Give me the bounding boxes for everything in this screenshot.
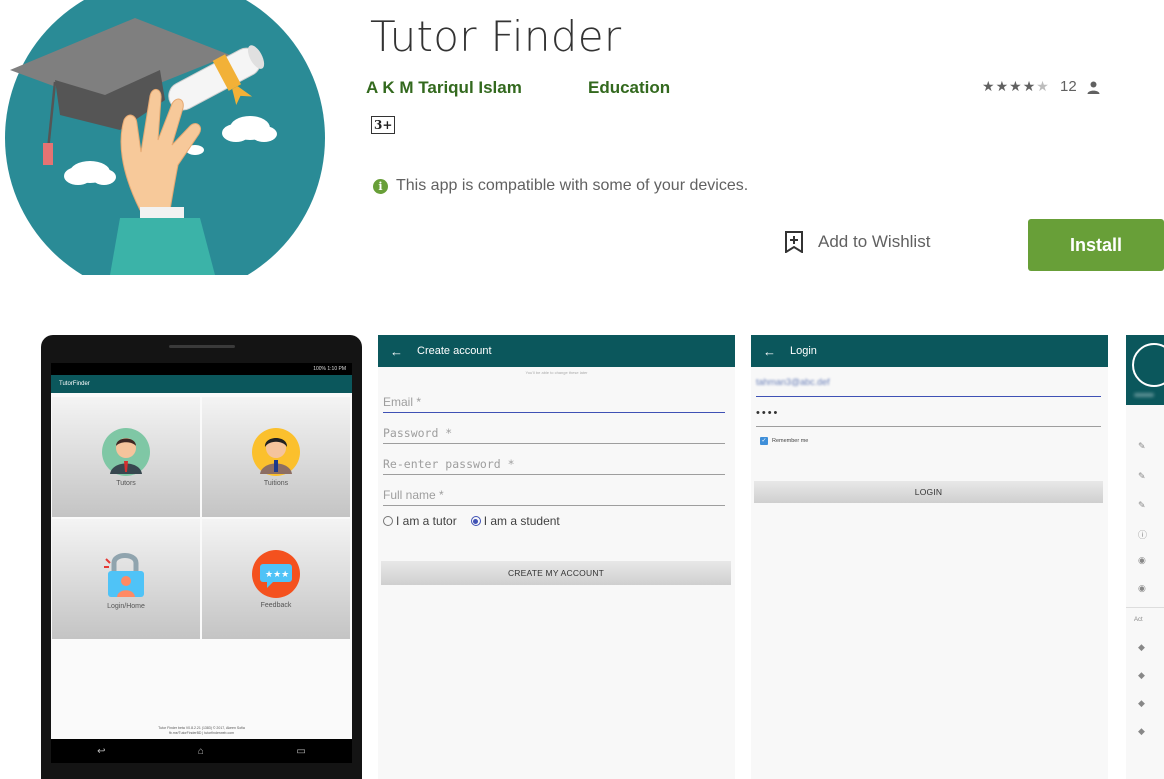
tile-label: Tuitions [263,479,289,487]
remember-me-label: Remember me [772,438,809,444]
role-radio-group: I am a tutor I am a student [383,514,560,528]
person-icon [1087,81,1100,94]
back-icon[interactable]: ↩ [97,746,105,757]
recents-icon[interactable]: ▭ [296,746,305,757]
tutor-avatar-icon [102,427,150,476]
create-account-hint: You'll be able to change these later [525,370,588,375]
blurred-name [1134,393,1154,397]
wishlist-label: Add to Wishlist [818,232,931,251]
tile-tutors[interactable]: Tutors [52,397,200,517]
tile-label: Tutors [116,479,136,487]
compat-note: i This app is compatible with some of yo… [373,177,748,195]
info-circle-icon: ⓘ [1138,530,1148,540]
radio-student[interactable] [470,516,481,526]
tile-feedback[interactable]: ★★★ Feedback [202,519,350,639]
create-account-title: Create account [417,345,492,357]
tile-tuitions[interactable]: Tuitions [202,397,350,517]
login-email-value: tahman3@abc.def [756,377,830,387]
diamond-icon: ◆ [1138,698,1145,708]
star-icon: ★ [1036,78,1050,94]
star-icon: ★ [995,78,1010,94]
diamond-icon: ◆ [1138,726,1145,736]
tablet-speaker [169,345,235,348]
category-link[interactable]: Education [588,78,670,98]
login-title: Login [790,345,817,357]
checkbox-checked-icon: ✓ [760,437,768,445]
section-label: Act [1134,617,1143,623]
diamond-icon: ◆ [1138,670,1145,680]
tile-label: Feedback [260,601,292,609]
star-icon: ★ [1022,78,1037,94]
app-title: Tutor Finder [370,12,622,61]
star-icon: ★ [982,78,996,94]
login-email-field[interactable]: tahman3@abc.def [756,373,1101,397]
screenshot-create-account[interactable]: ← Create account You'll be able to chang… [378,335,735,779]
screenshot-home[interactable]: 100% 1:10 PM TutorFinder Tutors Tuitions… [41,335,362,779]
install-button[interactable]: Install [1028,219,1164,271]
svg-text:★★★: ★★★ [265,570,289,580]
remember-me-checkbox[interactable]: ✓ Remember me [760,437,808,445]
status-bar: 100% 1:10 PM [51,363,352,375]
create-my-account-button[interactable]: CREATE MY ACCOUNT [381,561,731,585]
radio-tutor-label: I am a tutor [396,514,457,528]
star-icon: ★ [1009,78,1023,94]
tablet-screen: 100% 1:10 PM TutorFinder Tutors Tuitions… [51,363,352,739]
login-app-bar: ← Login [751,335,1108,367]
rating: ★★★★★ 12 [982,78,1100,95]
android-nav-bar: ↩ ⌂ ▭ [51,739,352,763]
developer-link[interactable]: A K M Tariqul Islam [366,78,522,98]
student-avatar-icon [252,427,300,476]
pencil-icon: ✎ [1138,441,1146,451]
radio-tutor[interactable] [383,516,393,526]
profile-header [1126,335,1164,405]
lock-icon [104,552,144,597]
create-account-app-bar: ← Create account [378,335,735,367]
back-arrow-icon[interactable]: ← [390,344,403,359]
email-field[interactable]: Email * [383,393,725,413]
wishlist-button[interactable]: Add to Wishlist [784,231,930,253]
pencil-icon: ✎ [1138,500,1146,510]
back-arrow-icon[interactable]: ← [763,344,776,359]
compat-text: This app is compatible with some of your… [396,177,749,194]
eye-icon: ◉ [1138,555,1146,565]
rating-count: 12 [1059,78,1077,95]
screenshot-login[interactable]: ← Login tahman3@abc.def •••• ✓ Remember … [751,335,1108,779]
content-rating-badge: 3+ [371,116,396,134]
home-footer: Tutor Finder beta V0.8.2.21 (1383) © 201… [158,726,245,735]
diamond-icon: ◆ [1138,642,1145,652]
tile-label: Login/Home [107,602,145,610]
tile-login-home[interactable]: Login/Home [52,519,200,639]
info-icon: i [373,178,388,194]
home-icon[interactable]: ⌂ [198,746,204,757]
eye-icon: ◉ [1138,583,1146,593]
home-app-bar: TutorFinder [51,375,352,393]
divider [1126,607,1164,608]
password-field[interactable]: Password * [383,424,725,444]
login-button[interactable]: LOGIN [754,481,1103,503]
pencil-icon: ✎ [1138,471,1146,481]
home-tile-grid: Tutors Tuitions Login/Home ★★★ Feedback [51,397,352,639]
app-icon [0,0,330,275]
radio-student-label: I am a student [483,514,560,528]
screenshot-partial[interactable]: ✎ ✎ ✎ ⓘ ◉ ◉ Act ◆ ◆ ◆ ◆ [1126,335,1164,779]
feedback-icon: ★★★ [252,549,300,598]
full-name-field[interactable]: Full name * [383,486,725,506]
avatar [1132,343,1164,387]
wishlist-icon [785,231,803,253]
reenter-password-field[interactable]: Re-enter password * [383,455,725,475]
login-password-field[interactable]: •••• [756,403,1101,427]
